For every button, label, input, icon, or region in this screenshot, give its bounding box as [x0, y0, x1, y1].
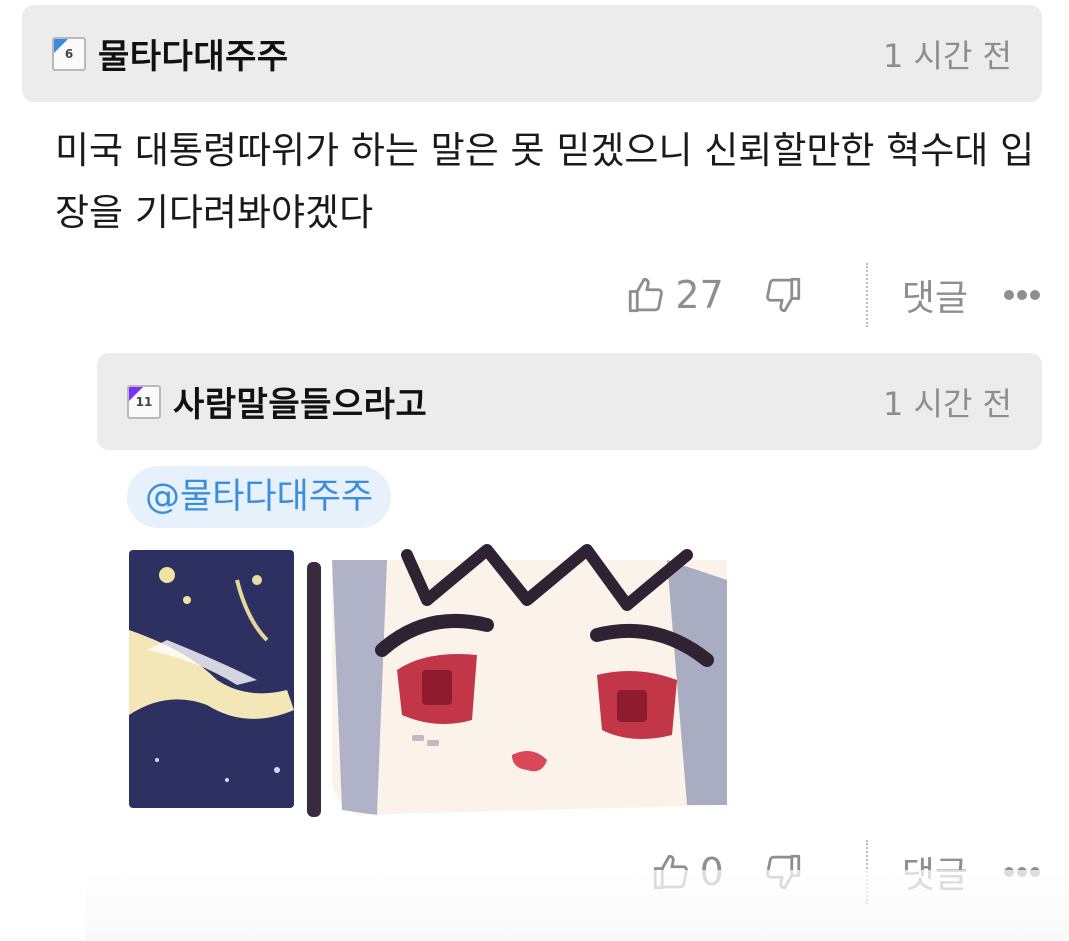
like-count: 27 — [675, 273, 724, 317]
level-badge-icon: 11 — [127, 384, 161, 419]
divider — [865, 263, 868, 327]
comment-text: 미국 대통령따위가 하는 말은 못 믿겠으니 신뢰할만한 혁수대 입장을 기다려… — [55, 129, 1035, 234]
reply-header: 11 사람말을들으라고 1 시간 전 — [97, 353, 1042, 450]
dislike-button[interactable] — [762, 274, 804, 316]
comment-author[interactable]: 물타다대주주 — [98, 29, 289, 78]
more-dots-icon[interactable] — [1002, 290, 1041, 300]
comment-header: 6 물타다대주주 1 시간 전 — [22, 5, 1042, 102]
sticker-illustration — [129, 544, 727, 817]
reply-time: 1 시간 전 — [882, 384, 1012, 423]
comment-time: 1 시간 전 — [882, 36, 1012, 75]
level-number: 11 — [135, 394, 153, 409]
reply-button[interactable]: 댓글 — [902, 269, 968, 321]
level-number: 6 — [64, 46, 74, 61]
reply-author[interactable]: 사람말을들으라고 — [173, 377, 427, 426]
bottom-fade — [85, 870, 1069, 941]
sticker-image[interactable] — [127, 540, 727, 825]
thumbs-down-icon — [765, 277, 800, 313]
mention-link[interactable]: @물타다대주주 — [127, 466, 392, 528]
comment-actions: 27 댓글 — [625, 263, 1041, 327]
thumbs-up-icon — [629, 277, 664, 313]
level-badge-icon: 6 — [52, 36, 86, 71]
like-button[interactable]: 27 — [625, 273, 724, 317]
